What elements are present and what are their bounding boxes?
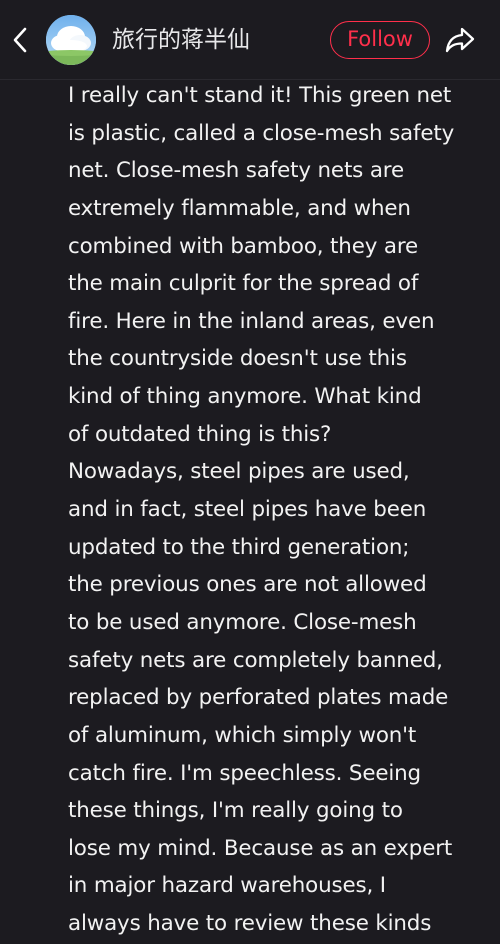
share-button[interactable] [442,22,478,58]
post-text-line: kind of thing anymore. What kind [68,384,422,410]
post-text-line: the main culprit for the spread of [68,271,419,297]
post-text-line: combined with bamboo, they are [68,233,419,259]
top-bar: 旅行的蒋半仙 Follow [0,0,500,80]
post-text-line: the previous ones are not allowed [68,572,427,598]
author-name[interactable]: 旅行的蒋半仙 [112,22,250,58]
post-text-line: net. Close-mesh safety nets are [68,158,404,184]
post-text-line: replaced by perforated plates made [68,685,449,711]
post-text-line: is plastic, called a close-mesh safety [68,120,455,146]
post-text-line: and in fact, steel pipes have been [68,497,427,523]
post-text-line: of aluminum, which simply won't [68,722,417,748]
back-button[interactable] [4,20,36,60]
post-text-line: always have to review these kinds [68,911,432,937]
post-text-line: catch fire. I'm speechless. Seeing [68,760,421,786]
post-text-line: fire. Here in the inland areas, even [68,308,435,334]
chevron-left-icon [13,27,27,53]
post-detail-screen: 旅行的蒋半仙 Follow I really can't stand it! T… [0,0,500,944]
post-body: I really can't stand it! This green net … [68,77,488,943]
post-text-line: the countryside doesn't use this [68,346,407,372]
post-text-line: Nowadays, steel pipes are used, [68,459,410,485]
share-arrow-icon [445,27,475,53]
post-text-line: these things, I'm really going to [68,798,403,824]
follow-button[interactable]: Follow [330,21,430,59]
post-text-line: lose my mind. Because as an expert [68,835,453,861]
post-text-line: extremely flammable, and when [68,195,411,221]
post-text-line: of outdated thing is this? [68,421,332,447]
post-text-line: in major hazard warehouses, I [68,873,386,899]
avatar[interactable] [46,15,96,65]
post-text-line: I really can't stand it! This green net [68,83,452,108]
avatar-image [46,15,96,65]
post-text-line: safety nets are completely banned, [68,647,443,673]
post-text-line: updated to the third generation; [68,534,410,560]
post-text-line: to be used anymore. Close-mesh [68,609,417,635]
